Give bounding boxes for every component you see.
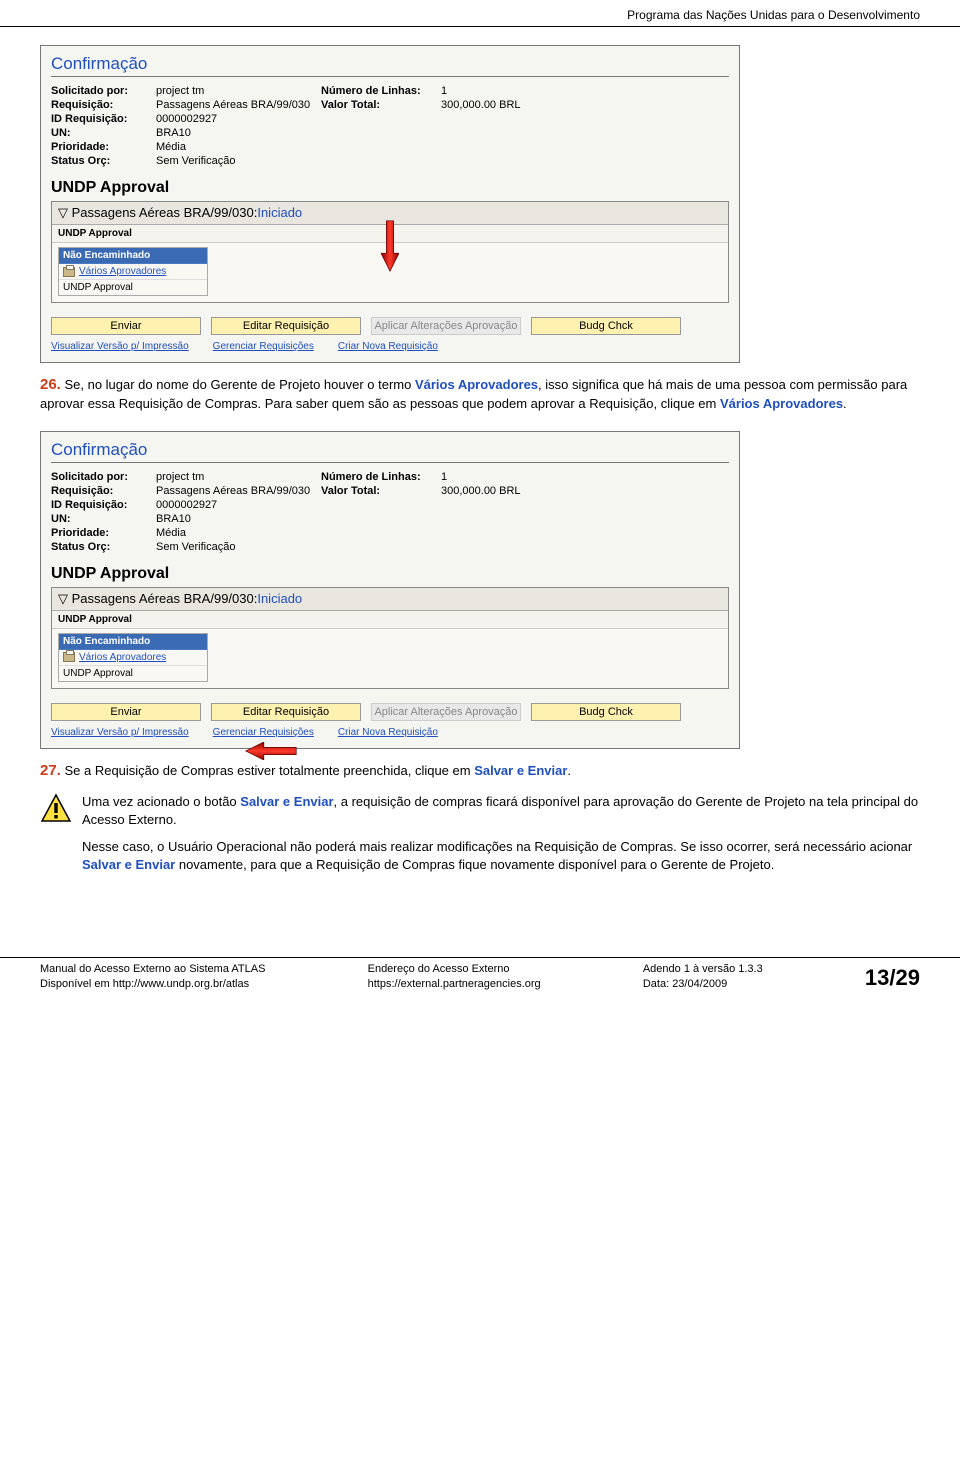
label-solicitado-por: Solicitado por: bbox=[51, 85, 156, 97]
footer-col-2: Endereço do Acesso Externo https://exter… bbox=[368, 962, 541, 991]
approval-table-2: Não Encaminhado Vários Aprovadores UNDP … bbox=[58, 633, 208, 682]
approval-table-header-2: Não Encaminhado bbox=[59, 634, 207, 650]
budg-chck-button[interactable]: Budg Chck bbox=[531, 317, 681, 335]
warning-paragraph-1: Uma vez acionado o botão Salvar e Enviar… bbox=[82, 793, 920, 828]
confirmation-screenshot-1: Confirmação Solicitado por: project tm N… bbox=[40, 45, 740, 363]
approval-header-2[interactable]: ▽ Passagens Aéreas BRA/99/030:Iniciado bbox=[52, 588, 728, 611]
page-number: 13/29 bbox=[865, 965, 920, 991]
label-status-orc: Status Orç: bbox=[51, 155, 156, 167]
value-num-linhas: 1 bbox=[441, 85, 447, 97]
step-26-number: 26. bbox=[40, 376, 61, 393]
printer-icon-2 bbox=[63, 652, 75, 662]
value-prioridade: Média bbox=[156, 141, 321, 153]
printer-icon bbox=[63, 267, 75, 277]
footer-col-1: Manual do Acesso Externo ao Sistema ATLA… bbox=[40, 962, 265, 991]
value-requisicao: Passagens Aéreas BRA/99/030 bbox=[156, 99, 321, 111]
warning-block: Uma vez acionado o botão Salvar e Enviar… bbox=[40, 793, 920, 873]
value-prioridade-2: Média bbox=[156, 527, 321, 539]
value-status-orc-2: Sem Verificação bbox=[156, 541, 321, 553]
label-id-requisicao-2: ID Requisição: bbox=[51, 499, 156, 511]
page-header: Programa das Nações Unidas para o Desenv… bbox=[0, 0, 960, 27]
bottom-links: Visualizar Versão p/ Impressão Gerenciar… bbox=[51, 341, 729, 352]
label-valor-total: Valor Total: bbox=[321, 99, 441, 111]
enviar-button-2[interactable]: Enviar bbox=[51, 703, 201, 721]
step-27-paragraph: 27. Se a Requisição de Compras estiver t… bbox=[40, 761, 920, 781]
label-requisicao: Requisição: bbox=[51, 99, 156, 111]
approval-header-text-2: ▽ Passagens Aéreas BRA/99/030: bbox=[58, 591, 257, 606]
value-valor-total: 300,000.00 BRL bbox=[441, 99, 521, 111]
label-solicitado-por-2: Solicitado por: bbox=[51, 471, 156, 483]
approval-table: Não Encaminhado Vários Aprovadores UNDP … bbox=[58, 247, 208, 296]
value-id-requisicao-2: 0000002927 bbox=[156, 499, 321, 511]
term-varios-aprovadores-1: Vários Aprovadores bbox=[415, 377, 538, 392]
label-num-linhas-2: Número de Linhas: bbox=[321, 471, 441, 483]
enviar-button[interactable]: Enviar bbox=[51, 317, 201, 335]
aplicar-alteracoes-button-2: Aplicar Alterações Aprovação bbox=[371, 703, 521, 721]
label-un: UN: bbox=[51, 127, 156, 139]
confirmation-title-2: Confirmação bbox=[51, 440, 729, 463]
button-row: Enviar Editar Requisição Aplicar Alteraç… bbox=[51, 317, 729, 335]
value-id-requisicao: 0000002927 bbox=[156, 113, 321, 125]
label-valor-total-2: Valor Total: bbox=[321, 485, 441, 497]
footer-col-3: Adendo 1 à versão 1.3.3 Data: 23/04/2009 bbox=[643, 962, 763, 991]
confirmation-title: Confirmação bbox=[51, 54, 729, 77]
button-row-2: Enviar Editar Requisição Aplicar Alteraç… bbox=[51, 703, 729, 721]
approvers-link[interactable]: Vários Aprovadores bbox=[59, 264, 207, 280]
confirmation-screenshot-2: Confirmação Solicitado por: project tm N… bbox=[40, 431, 740, 749]
undp-approval-heading-2: UNDP Approval bbox=[51, 565, 729, 583]
step-26-paragraph: 26. Se, no lugar do nome do Gerente de P… bbox=[40, 375, 920, 413]
label-num-linhas: Número de Linhas: bbox=[321, 85, 441, 97]
approvers-link-2[interactable]: Vários Aprovadores bbox=[59, 650, 207, 666]
warning-paragraph-2: Nesse caso, o Usuário Operacional não po… bbox=[82, 838, 920, 873]
label-un-2: UN: bbox=[51, 513, 156, 525]
link-criar-nova-requisicao[interactable]: Criar Nova Requisição bbox=[338, 341, 438, 352]
link-criar-nova-requisicao-2[interactable]: Criar Nova Requisição bbox=[338, 727, 438, 738]
step-27-number: 27. bbox=[40, 762, 61, 779]
link-visualizar-impressao[interactable]: Visualizar Versão p/ Impressão bbox=[51, 341, 189, 352]
term-salvar-enviar-2: Salvar e Enviar bbox=[240, 794, 333, 809]
value-requisicao-2: Passagens Aéreas BRA/99/030 bbox=[156, 485, 321, 497]
value-num-linhas-2: 1 bbox=[441, 471, 447, 483]
approval-status-2: Iniciado bbox=[257, 591, 302, 606]
approval-row-undp: UNDP Approval bbox=[59, 280, 207, 295]
link-gerenciar-requisicoes-2[interactable]: Gerenciar Requisições bbox=[213, 727, 314, 738]
label-id-requisicao: ID Requisição: bbox=[51, 113, 156, 125]
approval-panel-2: ▽ Passagens Aéreas BRA/99/030:Iniciado U… bbox=[51, 587, 729, 689]
approval-subheader-2: UNDP Approval bbox=[52, 611, 728, 629]
arrow-down-icon bbox=[381, 216, 399, 276]
label-requisicao-2: Requisição: bbox=[51, 485, 156, 497]
value-un-2: BRA10 bbox=[156, 513, 321, 525]
value-un: BRA10 bbox=[156, 127, 321, 139]
approval-row-undp-2: UNDP Approval bbox=[59, 666, 207, 681]
bottom-links-2: Visualizar Versão p/ Impressão Gerenciar… bbox=[51, 727, 729, 738]
label-prioridade-2: Prioridade: bbox=[51, 527, 156, 539]
aplicar-alteracoes-button: Aplicar Alterações Aprovação bbox=[371, 317, 521, 335]
term-salvar-enviar-3: Salvar e Enviar bbox=[82, 857, 175, 872]
value-solicitado-por-2: project tm bbox=[156, 471, 321, 483]
link-visualizar-impressao-2[interactable]: Visualizar Versão p/ Impressão bbox=[51, 727, 189, 738]
approval-table-header: Não Encaminhado bbox=[59, 248, 207, 264]
term-salvar-enviar-1: Salvar e Enviar bbox=[474, 763, 567, 778]
value-status-orc: Sem Verificação bbox=[156, 155, 321, 167]
warning-icon bbox=[40, 793, 72, 828]
approvers-link-text-2: Vários Aprovadores bbox=[79, 652, 166, 663]
org-name: Programa das Nações Unidas para o Desenv… bbox=[627, 8, 920, 22]
approval-header-text: ▽ Passagens Aéreas BRA/99/030: bbox=[58, 205, 257, 220]
value-valor-total-2: 300,000.00 BRL bbox=[441, 485, 521, 497]
arrow-right-icon bbox=[243, 742, 299, 760]
budg-chck-button-2[interactable]: Budg Chck bbox=[531, 703, 681, 721]
link-gerenciar-requisicoes[interactable]: Gerenciar Requisições bbox=[213, 341, 314, 352]
editar-requisicao-button-2[interactable]: Editar Requisição bbox=[211, 703, 361, 721]
label-prioridade: Prioridade: bbox=[51, 141, 156, 153]
value-solicitado-por: project tm bbox=[156, 85, 321, 97]
page-footer: Manual do Acesso Externo ao Sistema ATLA… bbox=[0, 957, 960, 1003]
term-varios-aprovadores-2: Vários Aprovadores bbox=[720, 396, 843, 411]
editar-requisicao-button[interactable]: Editar Requisição bbox=[211, 317, 361, 335]
label-status-orc-2: Status Orç: bbox=[51, 541, 156, 553]
undp-approval-heading: UNDP Approval bbox=[51, 179, 729, 197]
approvers-link-text: Vários Aprovadores bbox=[79, 266, 166, 277]
approval-status: Iniciado bbox=[257, 205, 302, 220]
